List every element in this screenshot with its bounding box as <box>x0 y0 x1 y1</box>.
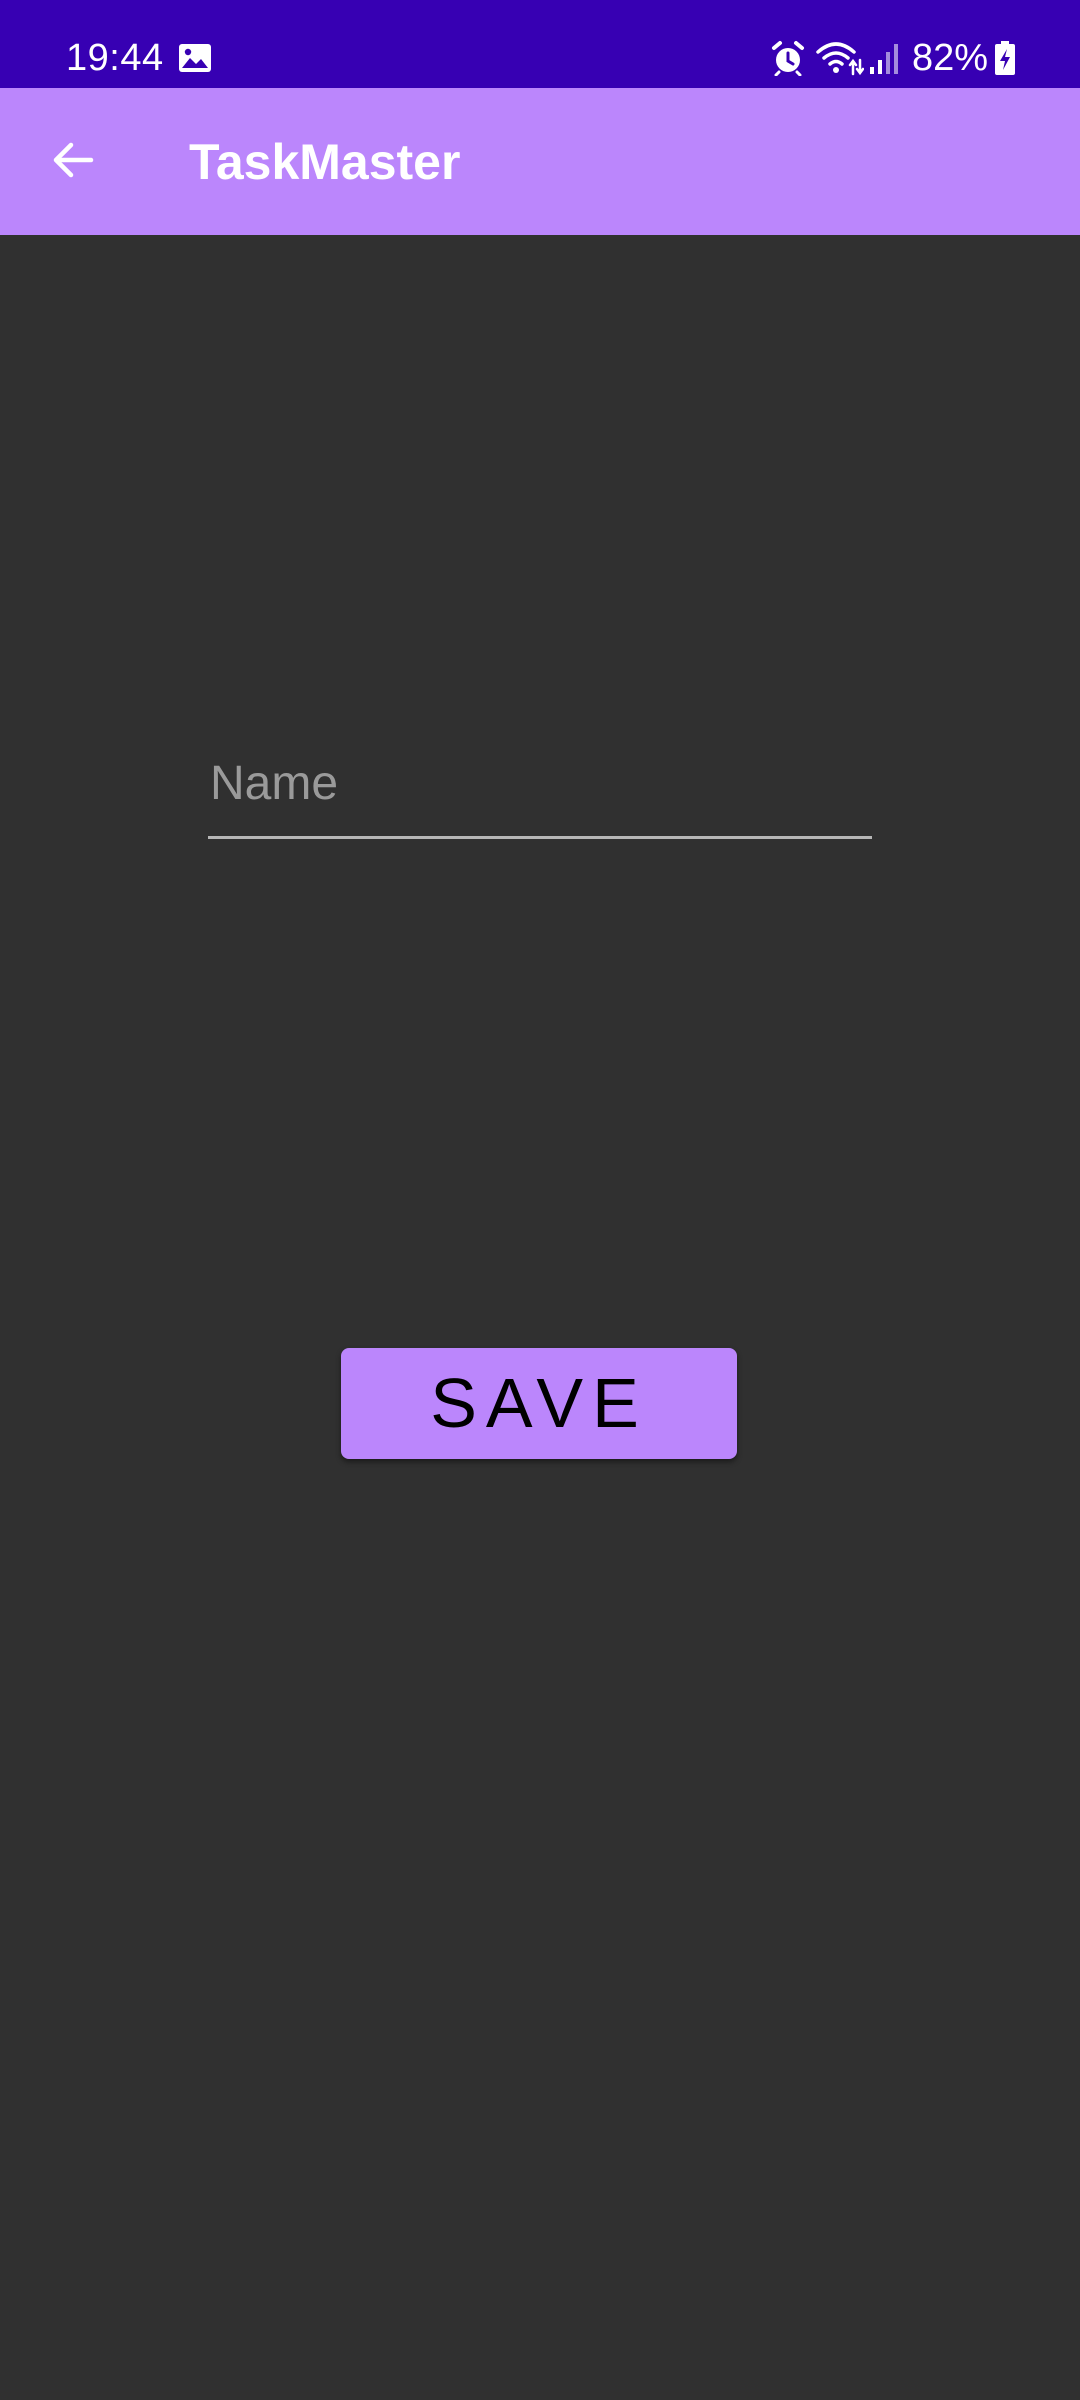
status-time: 19:44 <box>66 37 164 79</box>
name-field-underline <box>208 836 872 839</box>
arrow-back-icon <box>49 136 97 189</box>
app-title: TaskMaster <box>189 134 461 190</box>
app-bar: TaskMaster <box>0 88 1080 235</box>
battery-percentage: 82% <box>911 37 988 79</box>
name-field <box>208 735 872 839</box>
wifi-icon <box>816 40 865 76</box>
name-input[interactable] <box>208 735 872 835</box>
save-button[interactable]: SAVE <box>341 1348 737 1459</box>
alarm-icon <box>770 40 806 77</box>
task-edit-screen: 19:44 82% TaskMaster Name SAVE <box>0 0 1080 2400</box>
status-icons: 82% <box>770 36 1016 80</box>
back-button[interactable] <box>28 124 118 200</box>
battery-charging-icon <box>994 40 1016 76</box>
gallery-icon <box>178 43 212 73</box>
signal-icon <box>868 41 900 75</box>
status-bar: 19:44 82% <box>0 0 1080 88</box>
